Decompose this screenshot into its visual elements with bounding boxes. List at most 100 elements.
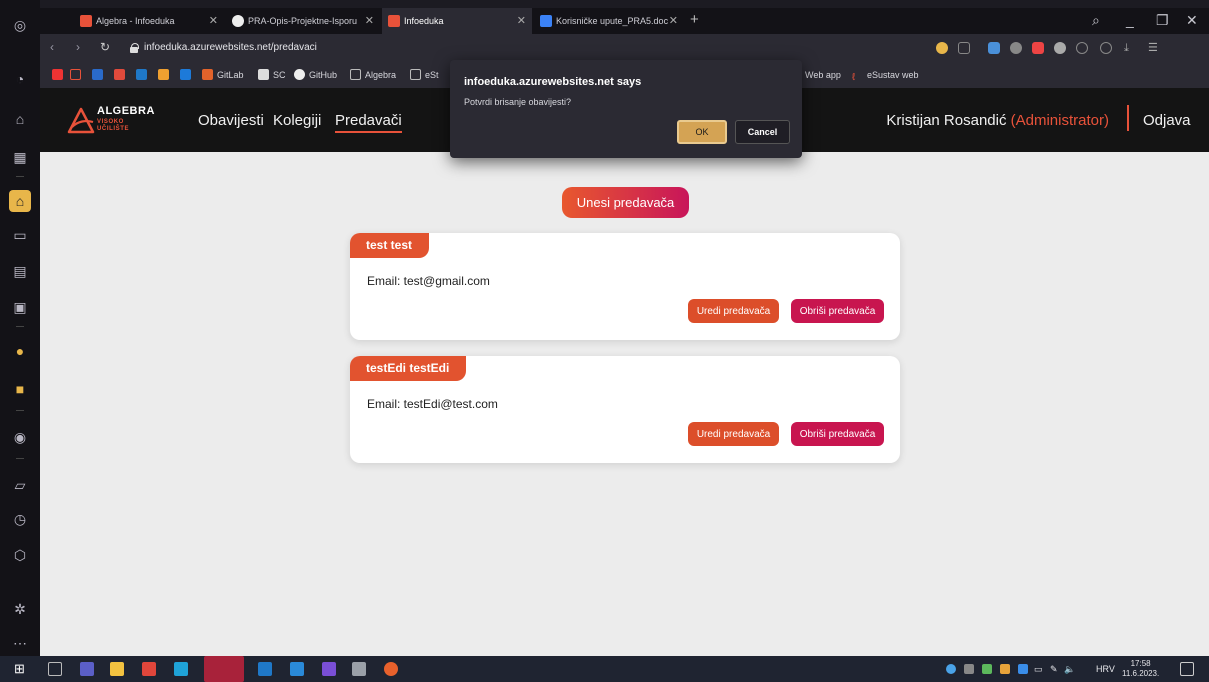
address-bar[interactable]: infoeduka.azurewebsites.net/predavaci bbox=[130, 39, 430, 57]
aria-icon[interactable]: ◔ bbox=[9, 68, 31, 90]
database-icon[interactable] bbox=[352, 662, 366, 676]
vscode-icon[interactable] bbox=[290, 662, 304, 676]
tab-label: Korisničke upute_PRA5.doc bbox=[556, 16, 669, 26]
restore-icon[interactable]: ❐ bbox=[1156, 8, 1169, 32]
nav-obavijesti[interactable]: Obavijesti bbox=[198, 112, 264, 129]
tab-algebra[interactable]: Algebra - Infoeduka ✕ bbox=[74, 8, 224, 34]
edit-lecturer-button[interactable]: Uredi predavača bbox=[688, 422, 779, 446]
crypto-wallet-icon[interactable]: ⌂ bbox=[9, 108, 31, 130]
user-role: (Administrator) bbox=[1010, 112, 1109, 129]
more-icon[interactable]: ⋯ bbox=[9, 632, 31, 654]
tray-app-icon[interactable] bbox=[1018, 664, 1028, 674]
extension-icon[interactable] bbox=[1054, 42, 1066, 54]
delete-lecturer-button[interactable]: Obriši predavača bbox=[791, 299, 884, 323]
app-c-icon[interactable] bbox=[174, 662, 188, 676]
translate-icon[interactable] bbox=[988, 42, 1000, 54]
home-icon[interactable]: ⌂ bbox=[9, 190, 31, 212]
close-tab-icon[interactable]: ✕ bbox=[365, 8, 374, 34]
app-icon bbox=[158, 69, 169, 80]
pen-icon[interactable]: ✎ bbox=[1050, 656, 1058, 682]
lecturer-name: testEdi testEdi bbox=[350, 356, 467, 381]
tab-pra-opis[interactable]: PRA-Opis-Projektne-Isporu ✕ bbox=[226, 8, 380, 34]
sidebar-divider bbox=[16, 326, 24, 327]
close-window-icon[interactable]: ✕ bbox=[1186, 8, 1198, 32]
bookmark-outlook[interactable] bbox=[136, 62, 151, 88]
incognito-extension-icon[interactable] bbox=[1010, 42, 1022, 54]
youtube-icon bbox=[52, 69, 63, 80]
opera-logo-icon[interactable]: ◎ bbox=[9, 14, 31, 36]
postman-icon[interactable] bbox=[384, 662, 398, 676]
language-indicator[interactable]: HRV bbox=[1096, 656, 1115, 682]
bookmark-esustav[interactable]: ℓ eSustav web bbox=[852, 62, 919, 88]
bookmark-youtube[interactable] bbox=[52, 62, 67, 88]
bookmark-app[interactable] bbox=[158, 62, 173, 88]
notifications-icon[interactable] bbox=[1180, 662, 1194, 676]
bookmark-webapp[interactable]: Web app bbox=[805, 62, 841, 88]
messenger-icon[interactable]: ● bbox=[9, 340, 31, 362]
task-view-icon[interactable] bbox=[48, 662, 62, 676]
bookmark-trello[interactable] bbox=[180, 62, 195, 88]
tray-app-icon[interactable] bbox=[982, 664, 992, 674]
volume-icon[interactable]: 🔈 bbox=[1064, 656, 1075, 682]
bookmark-folder-est[interactable]: eSt bbox=[410, 62, 439, 88]
close-tab-icon[interactable]: ✕ bbox=[209, 8, 218, 34]
dialog-cancel-button[interactable]: Cancel bbox=[735, 120, 790, 144]
forward-icon[interactable]: › bbox=[76, 40, 80, 54]
search-tabs-icon[interactable]: ⌕ bbox=[1092, 8, 1100, 32]
tab-infoeduka[interactable]: Infoeduka ✕ bbox=[382, 8, 532, 34]
bookmark-folder-algebra[interactable]: Algebra bbox=[350, 62, 396, 88]
reading-list-icon[interactable]: ▭ bbox=[9, 224, 31, 246]
lecturer-email: Email: testEdi@test.com bbox=[367, 397, 498, 411]
player-icon[interactable]: ◉ bbox=[9, 426, 31, 448]
close-tab-icon[interactable]: ✕ bbox=[517, 8, 526, 34]
add-lecturer-button[interactable]: Unesi predavača bbox=[562, 187, 689, 218]
tray-app-icon[interactable] bbox=[1000, 664, 1010, 674]
tray-icon[interactable] bbox=[964, 664, 974, 674]
extensions-icon[interactable]: ⬡ bbox=[9, 544, 31, 566]
bookmark-github[interactable]: GitHub bbox=[294, 62, 337, 88]
opera-taskbar-icon[interactable] bbox=[204, 656, 244, 682]
app-red-icon[interactable] bbox=[142, 662, 156, 676]
adblock-icon[interactable] bbox=[936, 42, 948, 54]
clock[interactable]: 17:58 11.6.2023. bbox=[1122, 659, 1159, 679]
bookmark-sc[interactable]: SC bbox=[258, 62, 286, 88]
download-icon[interactable]: ⤓ bbox=[1124, 42, 1136, 54]
reload-icon[interactable]: ↻ bbox=[100, 40, 110, 54]
easy-setup-icon[interactable]: ☰ bbox=[1148, 42, 1160, 54]
delete-lecturer-button[interactable]: Obriši predavača bbox=[791, 422, 884, 446]
notes-icon[interactable]: ▤ bbox=[9, 260, 31, 282]
visual-studio-icon[interactable] bbox=[322, 662, 336, 676]
bookmark-gitlab[interactable]: GitLab bbox=[202, 62, 244, 88]
discord-icon[interactable]: ■ bbox=[9, 378, 31, 400]
nav-predavaci[interactable]: Predavači bbox=[335, 112, 402, 133]
logout-link[interactable]: Odjava bbox=[1143, 112, 1191, 129]
tab-korisnicke-upute[interactable]: Korisničke upute_PRA5.doc ✕ bbox=[534, 8, 684, 34]
back-icon[interactable]: ‹ bbox=[50, 40, 54, 54]
vpn-icon[interactable] bbox=[1076, 42, 1088, 54]
outlook-taskbar-icon[interactable] bbox=[258, 662, 272, 676]
flow-icon[interactable] bbox=[958, 42, 970, 54]
nav-kolegiji[interactable]: Kolegiji bbox=[273, 112, 321, 129]
workspace-icon[interactable]: ▦ bbox=[9, 146, 31, 168]
algebra-logo-icon[interactable] bbox=[67, 106, 95, 134]
profile-icon[interactable] bbox=[1100, 42, 1112, 54]
history-icon[interactable]: ◷ bbox=[9, 508, 31, 530]
settings-icon[interactable]: ✲ bbox=[9, 598, 31, 620]
color-extension-icon[interactable] bbox=[1032, 42, 1044, 54]
browser-sidebar: ◎ ◔ ⌂ ▦ ⌂ ▭ ▤ ▣ ● ■ ◉ ▱ ◷ ⬡ ✲ ⋯ bbox=[0, 0, 40, 656]
bookmark-gmail[interactable] bbox=[114, 62, 129, 88]
close-tab-icon[interactable]: ✕ bbox=[669, 8, 678, 34]
chat-icon[interactable]: ▱ bbox=[9, 474, 31, 496]
edit-lecturer-button[interactable]: Uredi predavača bbox=[688, 299, 779, 323]
tray-edge-icon[interactable] bbox=[946, 664, 956, 674]
network-icon[interactable]: ▭ bbox=[1034, 656, 1043, 682]
bookmark-linkedin[interactable] bbox=[92, 62, 107, 88]
file-explorer-icon[interactable] bbox=[110, 662, 124, 676]
bookmark-algebra[interactable] bbox=[70, 62, 85, 88]
windows-start-icon[interactable]: ⊞ bbox=[14, 662, 28, 676]
teams-icon[interactable] bbox=[80, 662, 94, 676]
minimize-icon[interactable]: _ bbox=[1126, 8, 1134, 32]
briefcase-icon[interactable]: ▣ bbox=[9, 296, 31, 318]
dialog-ok-button[interactable]: OK bbox=[677, 120, 727, 144]
new-tab-button[interactable]: + bbox=[690, 8, 699, 32]
